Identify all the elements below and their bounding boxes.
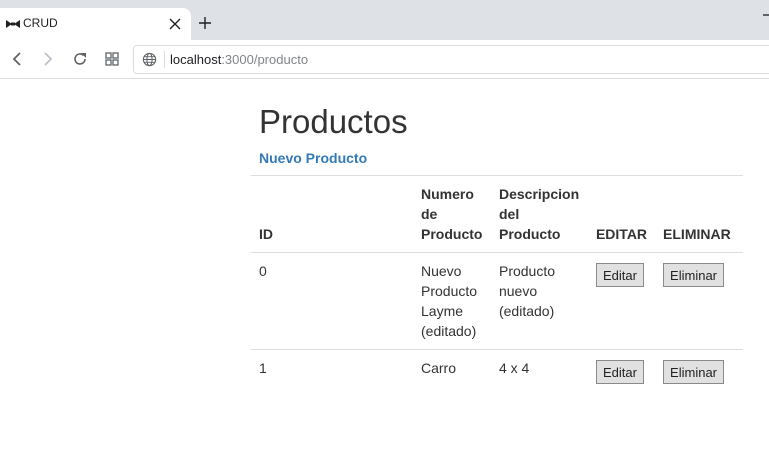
header-numero: Numero de Producto	[413, 175, 491, 253]
cell-editar: Editar	[587, 252, 656, 350]
reload-icon[interactable]	[71, 50, 89, 68]
table-row: 0 Nuevo Producto Layme (editado) Product…	[251, 252, 743, 350]
bowtie-favicon-icon	[6, 20, 20, 28]
url-host: localhost	[170, 52, 222, 67]
cell-descripcion: 4 x 4	[490, 349, 588, 392]
apps-grid-icon[interactable]	[103, 50, 121, 68]
edit-button[interactable]: Editar	[595, 360, 644, 384]
delete-button[interactable]: Eliminar	[663, 360, 725, 384]
products-table: ID Numero de Producto Descripcion del Pr…	[251, 175, 743, 392]
cell-id: 1	[251, 349, 413, 392]
cell-eliminar: Eliminar	[655, 252, 743, 350]
cell-eliminar: Eliminar	[655, 349, 743, 392]
close-tab-icon[interactable]	[168, 17, 182, 31]
delete-button[interactable]: Eliminar	[663, 263, 725, 287]
new-tab-icon[interactable]	[198, 16, 212, 30]
table-header-row: ID Numero de Producto Descripcion del Pr…	[251, 175, 743, 253]
url-text[interactable]: localhost:3000/producto	[170, 52, 308, 67]
address-bar[interactable]: localhost:3000/producto	[133, 45, 769, 74]
header-descripcion: Descripcion del Producto	[490, 175, 588, 253]
header-eliminar: ELIMINAR	[655, 175, 743, 253]
back-arrow-icon[interactable]	[8, 50, 26, 68]
tab-title: CRUD	[23, 16, 58, 30]
globe-icon	[142, 52, 157, 67]
page-title: Productos	[259, 103, 408, 140]
cell-numero: Nuevo Producto Layme (editado)	[413, 252, 491, 350]
cell-editar: Editar	[587, 349, 656, 392]
header-editar: EDITAR	[587, 175, 656, 253]
address-divider	[164, 51, 165, 68]
header-id: ID	[251, 175, 413, 253]
cell-descripcion: Producto nuevo (editado)	[490, 252, 588, 350]
browser-toolbar: localhost:3000/producto	[0, 40, 769, 79]
window-minimize-icon[interactable]	[763, 14, 769, 16]
cell-id: 0	[251, 252, 413, 350]
new-product-link[interactable]: Nuevo Producto	[259, 150, 367, 166]
cell-numero: Carro	[413, 349, 491, 392]
browser-tabstrip: CRUD	[0, 0, 769, 40]
forward-arrow-icon[interactable]	[39, 50, 57, 68]
url-path: :3000/producto	[221, 52, 309, 67]
browser-tab[interactable]: CRUD	[0, 8, 191, 40]
edit-button[interactable]: Editar	[595, 263, 644, 287]
table-row: 1 Carro 4 x 4 Editar Eliminar	[251, 349, 743, 392]
